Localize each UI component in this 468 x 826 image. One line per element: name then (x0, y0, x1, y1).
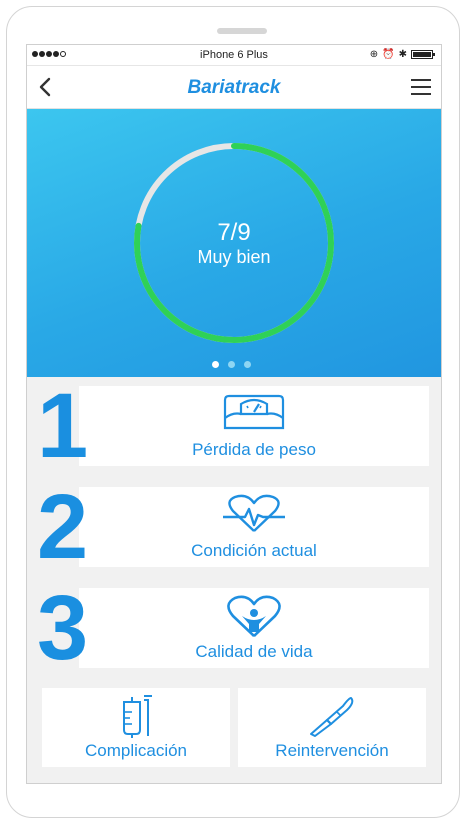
score-status: Muy bien (197, 247, 271, 267)
page-indicator[interactable] (212, 361, 251, 368)
scale-icon (223, 394, 285, 430)
step-quality-of-life[interactable]: Calidad de vida 3 (27, 582, 441, 674)
lock-rotation-icon: ⊕ (369, 49, 379, 60)
heart-person-icon (227, 595, 281, 637)
alarm-icon: ⏰ (382, 49, 395, 60)
step-current-condition[interactable]: Condición actual 2 (27, 481, 441, 573)
reintervention-label: Reintervención (275, 741, 389, 760)
speaker-grille (217, 28, 267, 34)
page-dot[interactable] (228, 361, 235, 368)
complication-label: Complicación (84, 741, 188, 760)
step-label: Condición actual (191, 541, 317, 560)
complication-button[interactable]: Complicación (42, 688, 230, 767)
app-screen: iPhone 6 Plus ⊕ ⏰ ✱ Bariatrack 7/9 Muy b… (26, 44, 442, 784)
step-number: 1 (37, 375, 89, 477)
score-carousel[interactable]: 7/9 Muy bien (27, 109, 441, 377)
step-card[interactable]: Calidad de vida (79, 588, 429, 668)
page-dot[interactable] (212, 361, 219, 368)
app-title: Bariatrack (187, 77, 281, 98)
scalpel-icon (310, 697, 354, 737)
step-label: Calidad de vida (195, 642, 313, 661)
step-label: Pérdida de peso (192, 440, 316, 459)
step-card[interactable]: Pérdida de peso (79, 386, 429, 466)
battery-icon (411, 50, 435, 59)
bluetooth-icon: ✱ (398, 49, 407, 60)
iv-bag-icon (123, 695, 152, 738)
reintervention-button[interactable]: Reintervención (238, 688, 426, 767)
hamburger-menu-icon[interactable] (411, 78, 431, 96)
page-dot[interactable] (244, 361, 251, 368)
status-bar: iPhone 6 Plus ⊕ ⏰ ✱ (27, 45, 441, 66)
step-number: 3 (37, 577, 89, 679)
nav-bar: Bariatrack (27, 66, 441, 109)
step-number: 2 (37, 476, 89, 578)
step-weight-loss[interactable]: Pérdida de peso 1 (27, 380, 441, 472)
step-card[interactable]: Condición actual (79, 487, 429, 567)
heart-pulse-icon (223, 494, 285, 532)
score-value: 7/9 (217, 219, 251, 246)
